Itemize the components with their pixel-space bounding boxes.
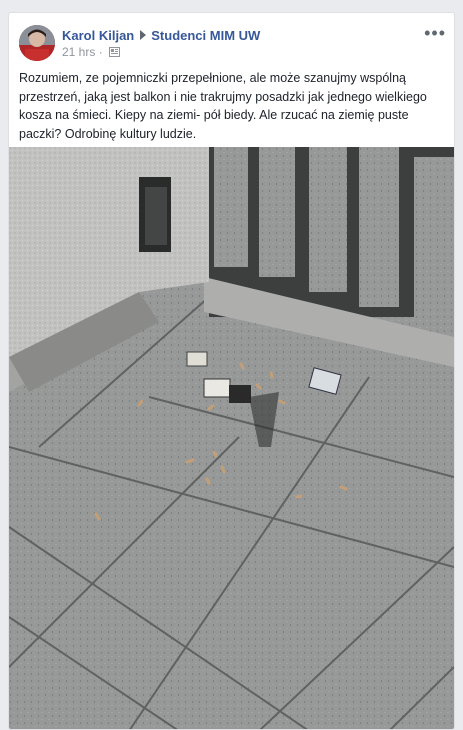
post-card: Karol Kiljan Studenci MIM UW 21 hrs · •••…	[8, 12, 455, 730]
avatar-image	[19, 25, 55, 61]
author-avatar[interactable]	[19, 25, 55, 61]
author-name-link[interactable]: Karol Kiljan	[62, 28, 134, 43]
post-meta: 21 hrs ·	[62, 45, 121, 59]
more-options-icon[interactable]: •••	[424, 24, 446, 42]
post-header: Karol Kiljan Studenci MIM UW 21 hrs · •••	[19, 24, 446, 65]
group-icon[interactable]	[109, 47, 121, 57]
post-title-line: Karol Kiljan Studenci MIM UW	[62, 28, 260, 43]
post-text: Rozumiem, ze pojemniczki przepełnione, a…	[19, 71, 427, 141]
post-photo[interactable]	[9, 147, 454, 730]
arrow-right-icon	[140, 30, 147, 40]
group-name-link[interactable]: Studenci MIM UW	[151, 28, 260, 43]
timestamp-link[interactable]: 21 hrs	[62, 45, 95, 59]
